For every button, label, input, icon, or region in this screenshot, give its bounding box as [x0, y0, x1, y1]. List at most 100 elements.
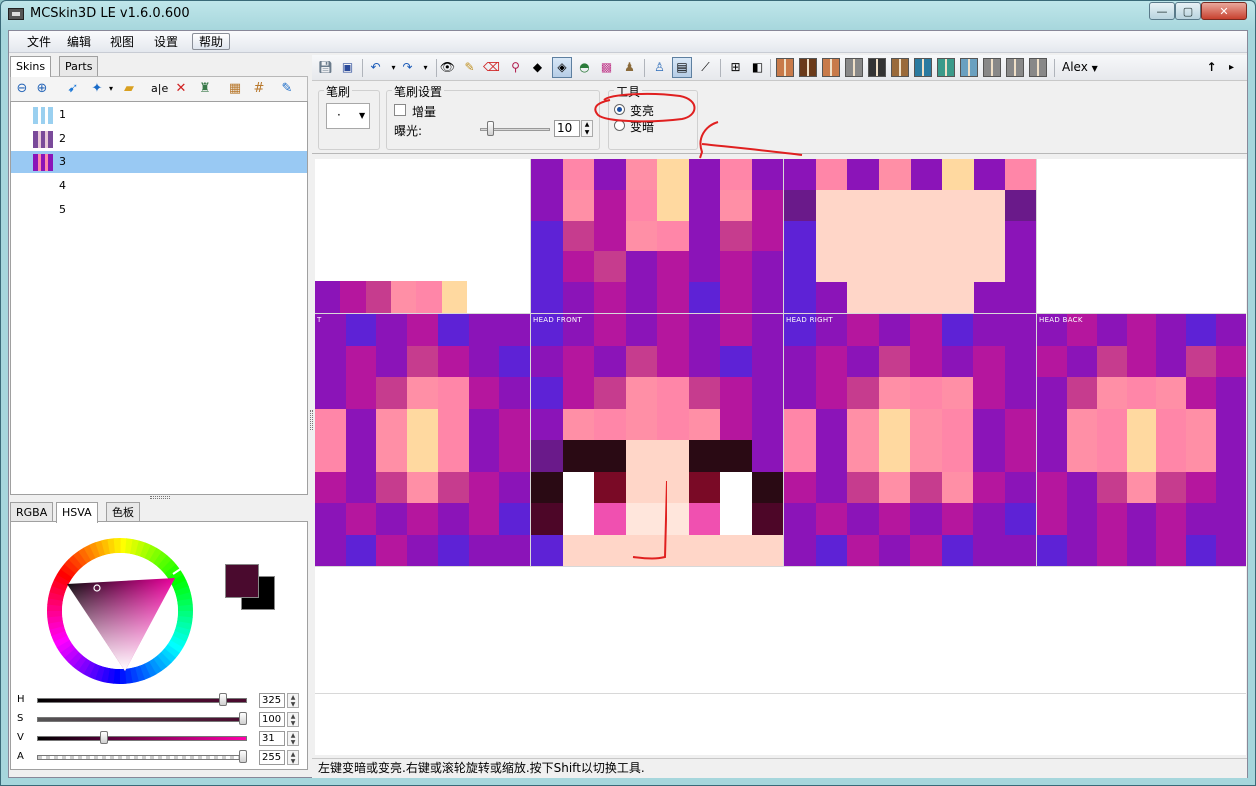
head-left[interactable]: T	[315, 314, 530, 566]
save-icon[interactable]: 💾︎	[316, 58, 335, 77]
tab-parts[interactable]: Parts	[59, 56, 99, 76]
import-icon[interactable]: ➹	[65, 81, 81, 97]
leg-left[interactable]: T LEFT	[315, 694, 404, 755]
splitter-handle[interactable]	[150, 496, 170, 499]
model-selector[interactable]: Alex ▼	[1062, 60, 1098, 74]
left-arm-part-icon[interactable]	[868, 58, 886, 77]
exposure-input[interactable]: 10	[554, 120, 580, 137]
left-pant-part-icon[interactable]	[1006, 58, 1024, 77]
head-top[interactable]	[531, 159, 783, 313]
list-item[interactable]: 5	[11, 199, 307, 221]
right-sleeve-part-icon[interactable]	[937, 58, 955, 77]
clone-skin-icon[interactable]: ♜	[197, 81, 213, 97]
splitter-handle[interactable]	[310, 410, 313, 430]
leg-top-left[interactable]	[315, 567, 404, 693]
color-slider-track[interactable]	[37, 698, 247, 703]
body-right[interactable]: BODY RIGHT	[1163, 694, 1245, 755]
tab-hsva[interactable]: HSVA	[56, 502, 98, 523]
close-button[interactable]: ✕	[1201, 2, 1247, 20]
empty-area[interactable]	[657, 567, 909, 693]
helmet-part-icon[interactable]	[799, 58, 817, 77]
color-slider-thumb[interactable]	[239, 712, 247, 725]
list-item[interactable]: 2	[11, 128, 307, 150]
right-leg-part-icon[interactable]	[983, 58, 1001, 77]
right-leg-bottom[interactable]: RIGHT LEG BOTTOM	[531, 567, 656, 693]
eraser-icon[interactable]: ⌫	[482, 58, 501, 77]
menu-view[interactable]: 视图	[104, 34, 140, 51]
list-item-selected[interactable]: 3	[11, 151, 307, 173]
stamp-icon[interactable]: ♟	[620, 58, 639, 77]
delete-icon[interactable]: ✕	[173, 81, 189, 97]
color-value-spinner[interactable]: ▲ ▼	[287, 731, 299, 746]
camera-icon[interactable]: 👁︎	[438, 58, 457, 77]
head-back[interactable]: HEAD BACK	[1037, 314, 1246, 566]
noise-icon[interactable]: ▩	[597, 58, 616, 77]
color-slider-thumb[interactable]	[218, 693, 227, 706]
color-value-input[interactable]: 31	[259, 731, 285, 746]
grid-alt-icon[interactable]: #	[251, 81, 267, 97]
right-arm-part-icon[interactable]	[891, 58, 909, 77]
arrow-up-icon[interactable]: ↑	[1202, 58, 1221, 77]
increase-checkbox[interactable]	[394, 104, 406, 116]
exposure-spinner[interactable]: ▲ ▼	[581, 120, 593, 137]
rename-icon[interactable]: a|e	[151, 81, 168, 97]
view-hybrid-icon[interactable]: ⟋	[696, 58, 715, 77]
tab-rgba[interactable]: RGBA	[10, 502, 54, 522]
save-all-icon[interactable]: ▣	[338, 58, 357, 77]
bucket-icon[interactable]: ◆	[528, 58, 547, 77]
undo-icon[interactable]: ↶	[366, 58, 385, 77]
body-top[interactable]: BODY TOP	[910, 567, 1162, 693]
skin-canvas[interactable]: T HEAD FRONT HEAD RIGHT HEAD BACK RIGHT LEG …	[315, 159, 1246, 755]
lighten-radio[interactable]	[614, 104, 625, 115]
color-value-spinner[interactable]: ▲ ▼	[287, 712, 299, 727]
zoom-out-icon[interactable]: ⊖	[14, 81, 30, 97]
head-bottom[interactable]	[784, 159, 1037, 313]
hair-strip[interactable]	[315, 281, 467, 313]
tab-palette[interactable]: 色板	[106, 502, 140, 522]
left-sleeve-part-icon[interactable]	[914, 58, 932, 77]
title-bar[interactable]: MCSkin3D LE v1.6.0.600 — ▢ ✕	[0, 0, 1256, 28]
chevron-right-icon[interactable]: ▸	[1222, 58, 1241, 77]
color-value-input[interactable]: 255	[259, 750, 285, 765]
darken-radio[interactable]	[614, 120, 625, 131]
jacket-part-icon[interactable]	[845, 58, 863, 77]
primary-color-swatch[interactable]	[225, 564, 259, 598]
menu-help[interactable]: 帮助	[192, 33, 231, 50]
head-part-icon[interactable]	[776, 58, 794, 77]
chevron-down-icon[interactable]: ▾	[416, 58, 435, 77]
dodge-burn-icon[interactable]: ◈	[552, 57, 572, 78]
color-wheel[interactable]	[45, 536, 195, 686]
body-left[interactable]: BODY LEFT	[783, 694, 909, 755]
right-pant-part-icon[interactable]	[1029, 58, 1047, 77]
chevron-down-icon[interactable]: ▾	[103, 81, 119, 97]
color-slider-track[interactable]	[37, 755, 247, 760]
right-leg-top[interactable]: RIGHT LEG TOP	[405, 567, 530, 693]
dropper-icon[interactable]: ⚲	[506, 58, 525, 77]
color-slider-thumb[interactable]	[99, 731, 108, 744]
body-part-icon[interactable]	[822, 58, 840, 77]
color-slider-track[interactable]	[37, 717, 247, 722]
head-right[interactable]: HEAD RIGHT	[784, 314, 1036, 566]
redo-icon[interactable]: ↷	[398, 58, 417, 77]
tab-skins[interactable]: Skins	[10, 56, 52, 77]
color-value-spinner[interactable]: ▲ ▼	[287, 750, 299, 765]
right-leg-right[interactable]: RIGHT LEG RIGHT	[531, 694, 656, 755]
grid-toggle-icon[interactable]: ⊞	[726, 58, 745, 77]
color-slider-track[interactable]	[37, 736, 247, 741]
view-2d-icon[interactable]: ▤	[672, 57, 692, 78]
menu-settings[interactable]: 设置	[148, 34, 184, 51]
list-item[interactable]: 1	[11, 104, 307, 126]
body-bottom[interactable]: BODY BOTTOM	[1163, 567, 1245, 693]
overlay-icon[interactable]: ◧	[748, 58, 767, 77]
menu-file[interactable]: 文件	[21, 34, 57, 51]
grid-icon[interactable]: ▦	[227, 81, 243, 97]
color-value-input[interactable]: 100	[259, 712, 285, 727]
upload-icon[interactable]: ✎	[279, 81, 295, 97]
color-value-input[interactable]: 325	[259, 693, 285, 708]
pencil-icon[interactable]: ✎	[460, 58, 479, 77]
brush-size-dropdown[interactable]: · ▼	[326, 103, 370, 129]
left-leg-part-icon[interactable]	[960, 58, 978, 77]
color-value-spinner[interactable]: ▲ ▼	[287, 693, 299, 708]
color-slider-thumb[interactable]	[239, 750, 247, 763]
menu-edit[interactable]: 编辑	[61, 34, 97, 51]
